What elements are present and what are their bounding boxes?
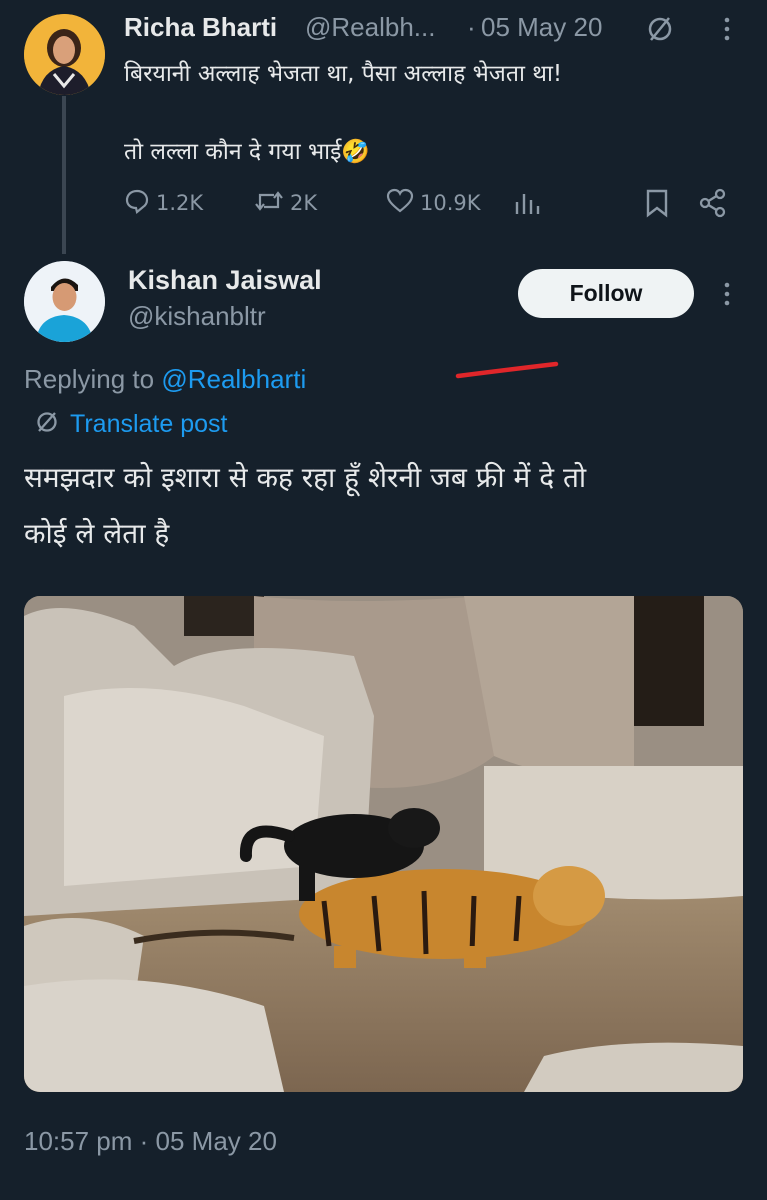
retweet-count-button[interactable]: 2K [254,185,317,221]
more-vertical-icon[interactable] [717,279,737,309]
reply-author-name[interactable]: Kishan Jaiswal [128,265,322,296]
share-icon[interactable] [698,188,728,218]
like-count-button[interactable]: 10.9K [386,185,481,221]
translate-post-label: Translate post [70,409,228,438]
thread-line [62,96,66,254]
like-count: 10.9K [420,191,481,215]
reply-author-handle[interactable]: @kishanbltr [128,301,266,332]
retweet-icon [254,188,284,219]
quoted-handle[interactable]: @Realbh... [305,12,435,43]
reply-count-button[interactable]: 1.2K [124,185,203,221]
attached-photo[interactable] [24,596,743,1092]
replying-to-prefix: Replying to [24,364,162,394]
quoted-separator: · [467,12,476,42]
retweet-count: 2K [290,191,318,215]
quoted-date[interactable]: 05 May 20 [481,12,602,43]
reply-text-line2: कोई ले लेता है [24,517,170,550]
reply-count: 1.2K [156,191,204,215]
red-underline-annotation [455,358,560,382]
reply-bubble-icon [124,188,150,219]
heart-icon [386,188,414,219]
more-vertical-icon[interactable] [717,14,737,44]
replying-to: Replying to @Realbharti [24,364,306,395]
follow-button[interactable]: Follow [518,269,694,318]
avatar-kishan[interactable] [24,261,105,342]
bookmark-icon[interactable] [644,188,670,218]
translate-post-link[interactable]: Translate post [34,409,227,439]
quoted-author-name[interactable]: Richa Bharti [124,12,277,43]
quoted-text-line2: तो लल्ला कौन दे गया भाई🤣 [124,139,371,165]
reply-timestamp[interactable]: 10:57 pm · 05 May 20 [24,1126,277,1157]
avatar-richa[interactable] [24,14,105,95]
translate-globe-icon [34,409,60,439]
replying-to-handle-link[interactable]: @Realbharti [161,364,306,394]
quoted-text-line1: बिरयानी अल्लाह भेजता था, पैसा अल्लाह भेज… [124,61,563,87]
analytics-icon[interactable] [513,190,541,218]
reply-text-line1: समझदार को इशारा से कह रहा हूँ शेरनी जब फ… [24,461,587,494]
translate-globe-icon[interactable] [645,14,675,44]
